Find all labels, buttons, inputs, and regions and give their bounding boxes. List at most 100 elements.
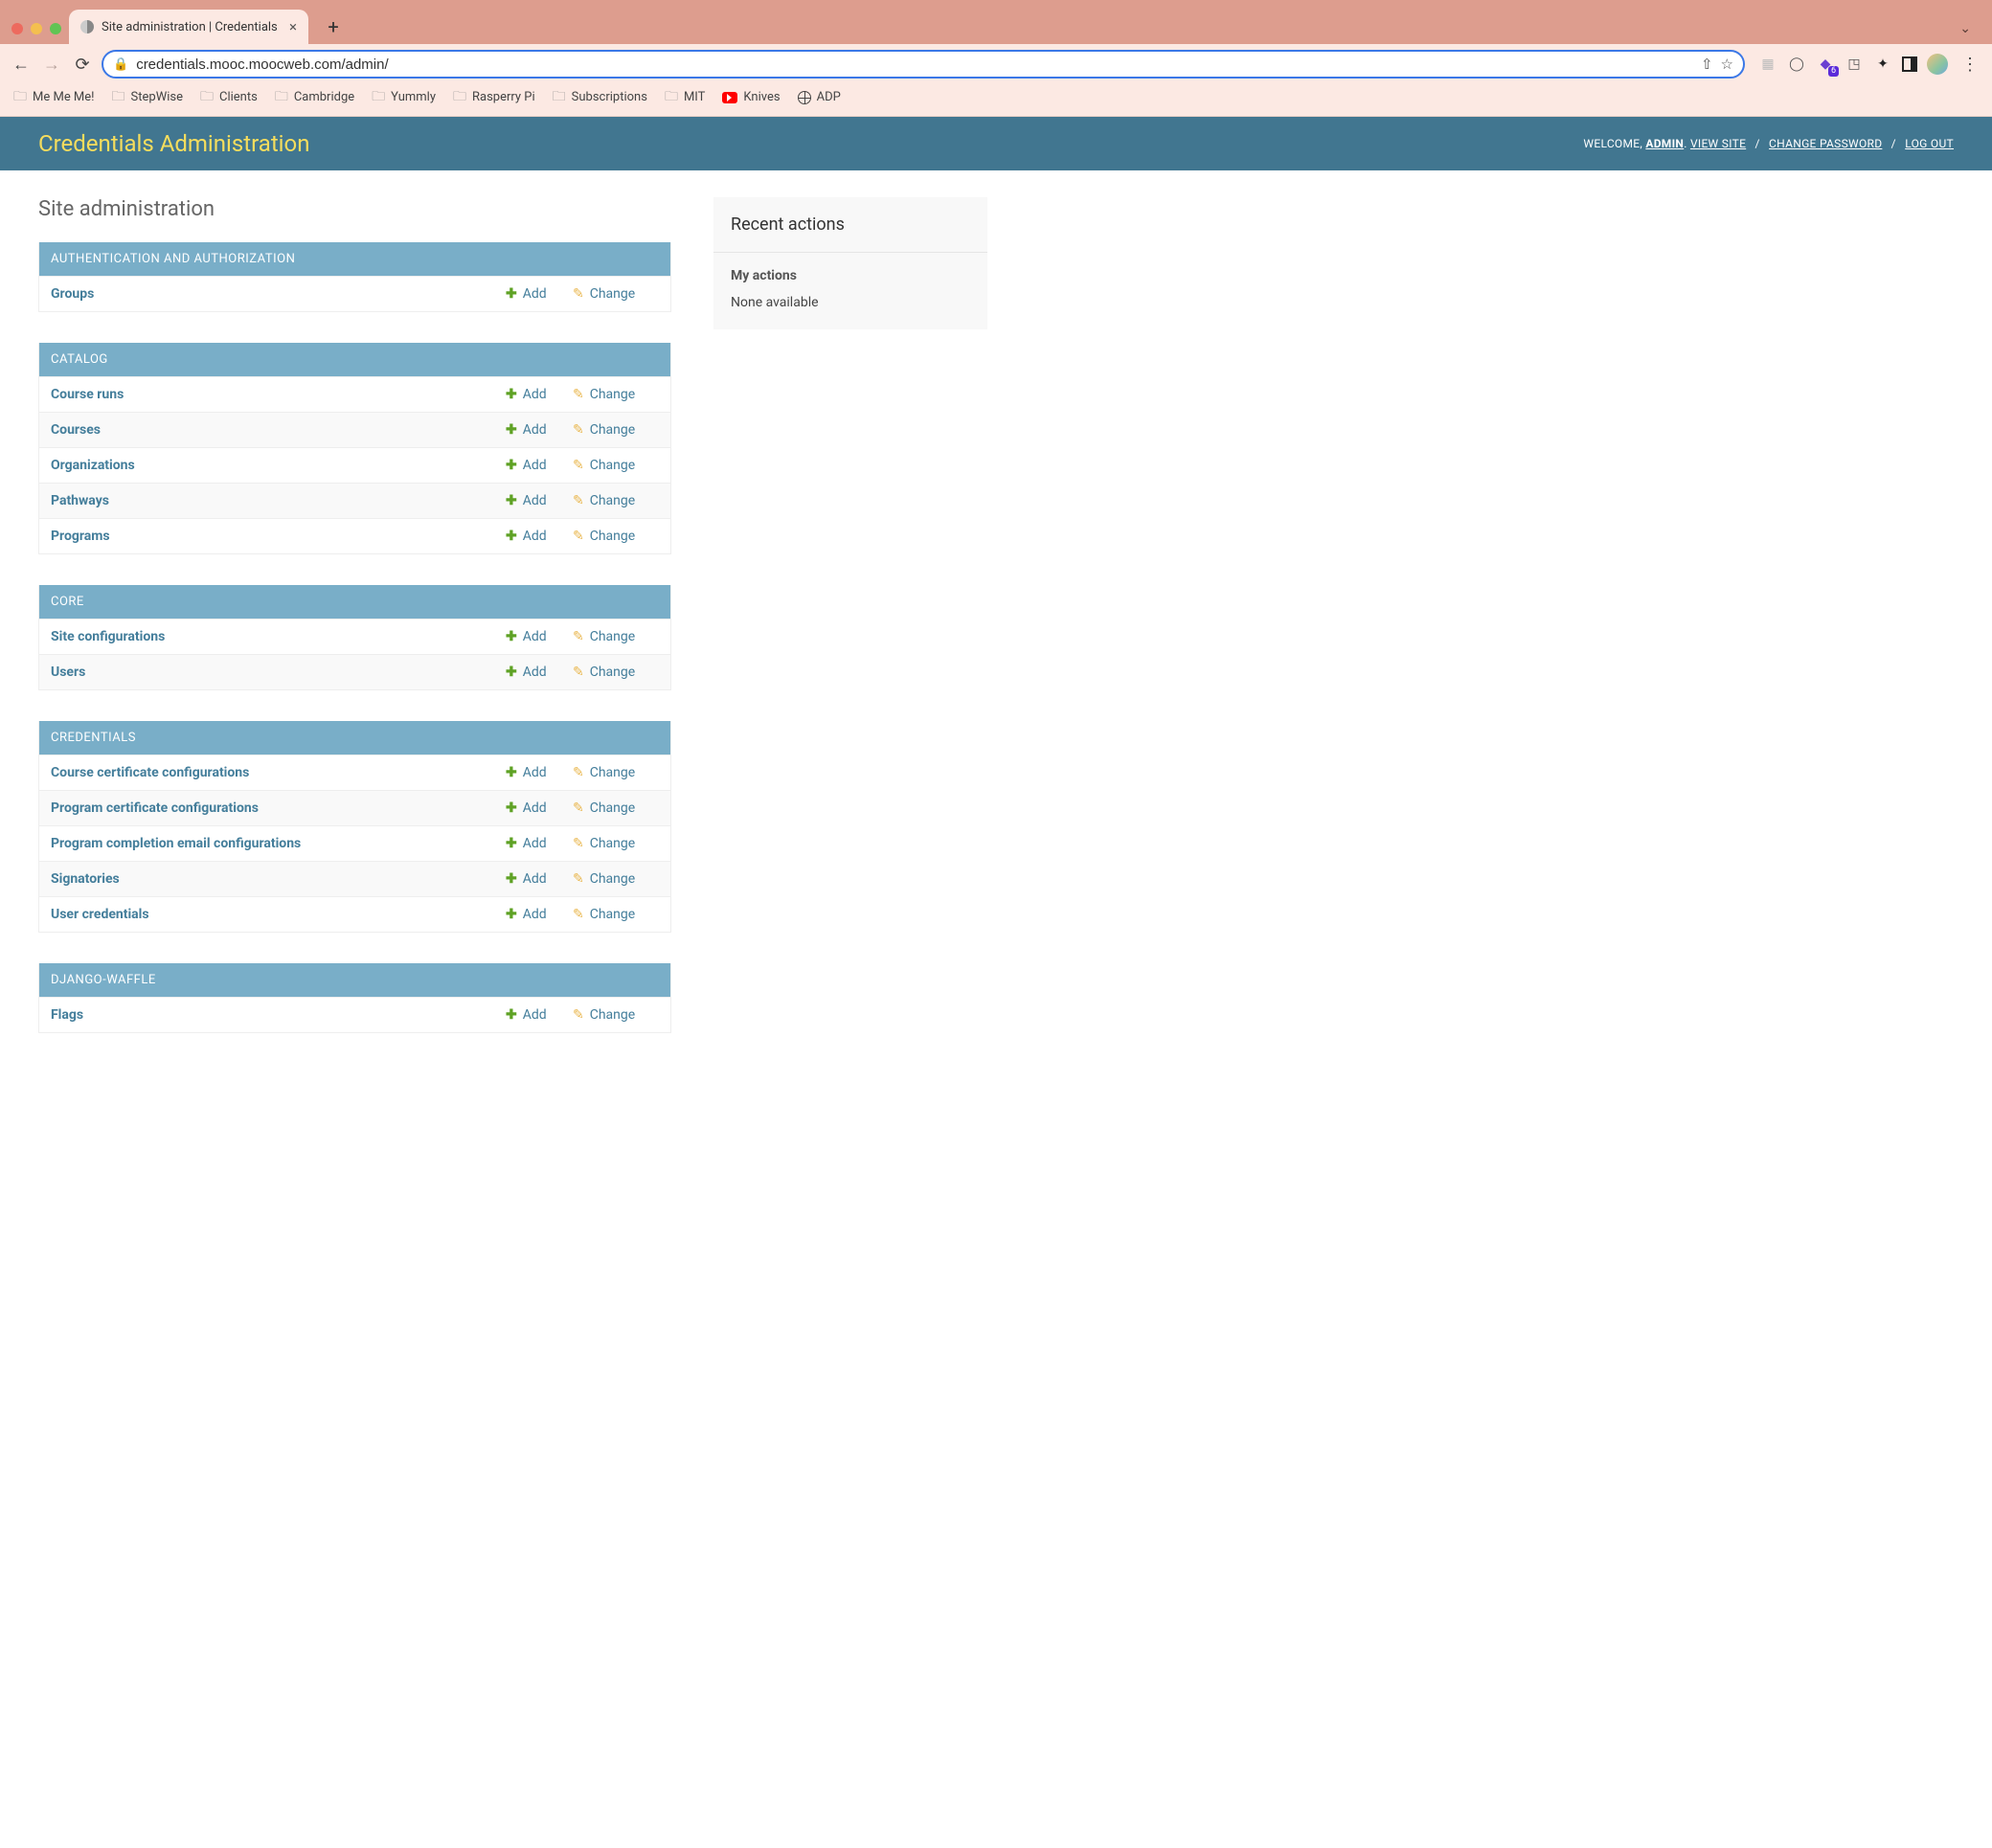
app-module: Django-Waffle Flags✚Add✎Change xyxy=(38,963,671,1033)
tab-overflow-icon[interactable]: ⌄ xyxy=(1959,21,1984,44)
extension-icon[interactable]: ◳ xyxy=(1845,55,1864,74)
add-link[interactable]: ✚Add xyxy=(506,422,573,438)
window-minimize-icon[interactable] xyxy=(31,23,42,34)
add-link[interactable]: ✚Add xyxy=(506,800,573,816)
tab-strip: Site administration | Credentials × + ⌄ xyxy=(0,0,1992,44)
bookmark-item[interactable]: 🗀Me Me Me! xyxy=(13,86,95,109)
model-link[interactable]: Site configurations xyxy=(51,629,506,644)
change-link[interactable]: ✎Change xyxy=(573,871,659,887)
model-link[interactable]: Course certificate configurations xyxy=(51,765,506,780)
add-link[interactable]: ✚Add xyxy=(506,458,573,473)
model-row: Organizations✚Add✎Change xyxy=(39,447,670,483)
bookmark-item[interactable]: 🗀Yummly xyxy=(372,86,436,109)
model-link[interactable]: Signatories xyxy=(51,871,506,887)
change-link[interactable]: ✎Change xyxy=(573,458,659,473)
bookmark-item[interactable]: Knives xyxy=(722,90,780,104)
add-link[interactable]: ✚Add xyxy=(506,529,573,544)
extensions-puzzle-icon[interactable]: ✦ xyxy=(1873,55,1892,74)
tab-close-icon[interactable]: × xyxy=(289,18,297,35)
app-module: Authentication and Authorization Groups✚A… xyxy=(38,242,671,312)
change-link[interactable]: ✎Change xyxy=(573,529,659,544)
add-link[interactable]: ✚Add xyxy=(506,387,573,402)
add-label: Add xyxy=(523,665,547,680)
bookmark-label: StepWise xyxy=(131,90,183,104)
model-link[interactable]: Course runs xyxy=(51,387,506,402)
model-link[interactable]: Flags xyxy=(51,1007,506,1023)
change-link[interactable]: ✎Change xyxy=(573,800,659,816)
module-title[interactable]: Credentials xyxy=(39,721,670,755)
bookmark-item[interactable]: 🗀Rasperry Pi xyxy=(453,86,535,109)
bookmark-item[interactable]: ADP xyxy=(798,90,841,104)
new-tab-button[interactable]: + xyxy=(320,13,347,40)
url-input[interactable] xyxy=(136,56,1693,73)
model-link[interactable]: Program completion email configurations xyxy=(51,836,506,851)
model-link[interactable]: Users xyxy=(51,665,506,680)
browser-menu-icon[interactable]: ⋮ xyxy=(1958,55,1982,75)
change-link[interactable]: ✎Change xyxy=(573,493,659,508)
change-link[interactable]: ✎Change xyxy=(573,629,659,644)
change-link[interactable]: ✎Change xyxy=(573,765,659,780)
sidebar-column: Recent actions My actions None available xyxy=(713,197,987,329)
pencil-icon: ✎ xyxy=(573,871,584,887)
bookmark-item[interactable]: 🗀StepWise xyxy=(112,86,183,109)
app-module: Credentials Course certificate configurat… xyxy=(38,721,671,933)
extension-icon[interactable]: ▦ xyxy=(1758,55,1777,74)
model-link[interactable]: Programs xyxy=(51,529,506,544)
share-icon[interactable]: ⇧ xyxy=(1701,56,1713,73)
add-link[interactable]: ✚Add xyxy=(506,765,573,780)
bookmark-item[interactable]: 🗀Subscriptions xyxy=(553,86,647,109)
model-link[interactable]: Groups xyxy=(51,286,506,302)
change-link[interactable]: ✎Change xyxy=(573,286,659,302)
view-site-link[interactable]: VIEW SITE xyxy=(1690,137,1746,150)
change-link[interactable]: ✎Change xyxy=(573,665,659,680)
add-link[interactable]: ✚Add xyxy=(506,665,573,680)
change-link[interactable]: ✎Change xyxy=(573,1007,659,1023)
change-link[interactable]: ✎Change xyxy=(573,387,659,402)
window-zoom-icon[interactable] xyxy=(50,23,61,34)
add-link[interactable]: ✚Add xyxy=(506,629,573,644)
change-label: Change xyxy=(590,422,635,438)
pencil-icon: ✎ xyxy=(573,422,584,438)
browser-tab[interactable]: Site administration | Credentials × xyxy=(69,10,308,44)
change-link[interactable]: ✎Change xyxy=(573,907,659,922)
add-link[interactable]: ✚Add xyxy=(506,836,573,851)
module-title[interactable]: Catalog xyxy=(39,343,670,376)
browser-chrome: Site administration | Credentials × + ⌄ … xyxy=(0,0,1992,117)
add-label: Add xyxy=(523,387,547,402)
pencil-icon: ✎ xyxy=(573,458,584,473)
add-link[interactable]: ✚Add xyxy=(506,286,573,302)
model-link[interactable]: Organizations xyxy=(51,458,506,473)
address-bar[interactable]: 🔒 ⇧ ☆ xyxy=(102,50,1745,79)
bookmark-label: Subscriptions xyxy=(572,90,647,104)
log-out-link[interactable]: LOG OUT xyxy=(1905,137,1954,150)
add-link[interactable]: ✚Add xyxy=(506,871,573,887)
back-button[interactable]: ← xyxy=(10,53,33,76)
profile-avatar[interactable] xyxy=(1927,54,1948,75)
model-link[interactable]: Program certificate configurations xyxy=(51,800,506,816)
extensions-area: ▦ ◯ ◆ 6 ◳ ✦ ⋮ xyxy=(1753,54,1982,75)
pencil-icon: ✎ xyxy=(573,529,584,544)
change-link[interactable]: ✎ Change xyxy=(573,422,659,438)
model-link[interactable]: User credentials xyxy=(51,907,506,922)
bookmark-item[interactable]: 🗀MIT xyxy=(665,86,705,109)
panel-icon[interactable] xyxy=(1902,56,1917,72)
bookmark-item[interactable]: 🗀Clients xyxy=(200,86,258,109)
extension-icon[interactable]: ◯ xyxy=(1787,55,1806,74)
model-link[interactable]: Pathways xyxy=(51,493,506,508)
model-link[interactable]: Courses xyxy=(51,422,506,438)
extension-icon[interactable]: ◆ 6 xyxy=(1816,55,1835,74)
reload-button[interactable]: ⟳ xyxy=(71,53,94,76)
add-label: Add xyxy=(523,1007,547,1023)
bookmark-item[interactable]: 🗀Cambridge xyxy=(275,86,354,109)
window-close-icon[interactable] xyxy=(11,23,23,34)
change-link[interactable]: ✎Change xyxy=(573,836,659,851)
module-title[interactable]: Authentication and Authorization xyxy=(39,242,670,276)
module-title[interactable]: Core xyxy=(39,585,670,619)
add-link[interactable]: ✚Add xyxy=(506,493,573,508)
module-title[interactable]: Django-Waffle xyxy=(39,963,670,997)
add-link[interactable]: ✚Add xyxy=(506,907,573,922)
bookmark-star-icon[interactable]: ☆ xyxy=(1721,56,1733,73)
brand-title[interactable]: Credentials Administration xyxy=(38,130,309,157)
add-link[interactable]: ✚Add xyxy=(506,1007,573,1023)
change-password-link[interactable]: CHANGE PASSWORD xyxy=(1769,137,1882,150)
